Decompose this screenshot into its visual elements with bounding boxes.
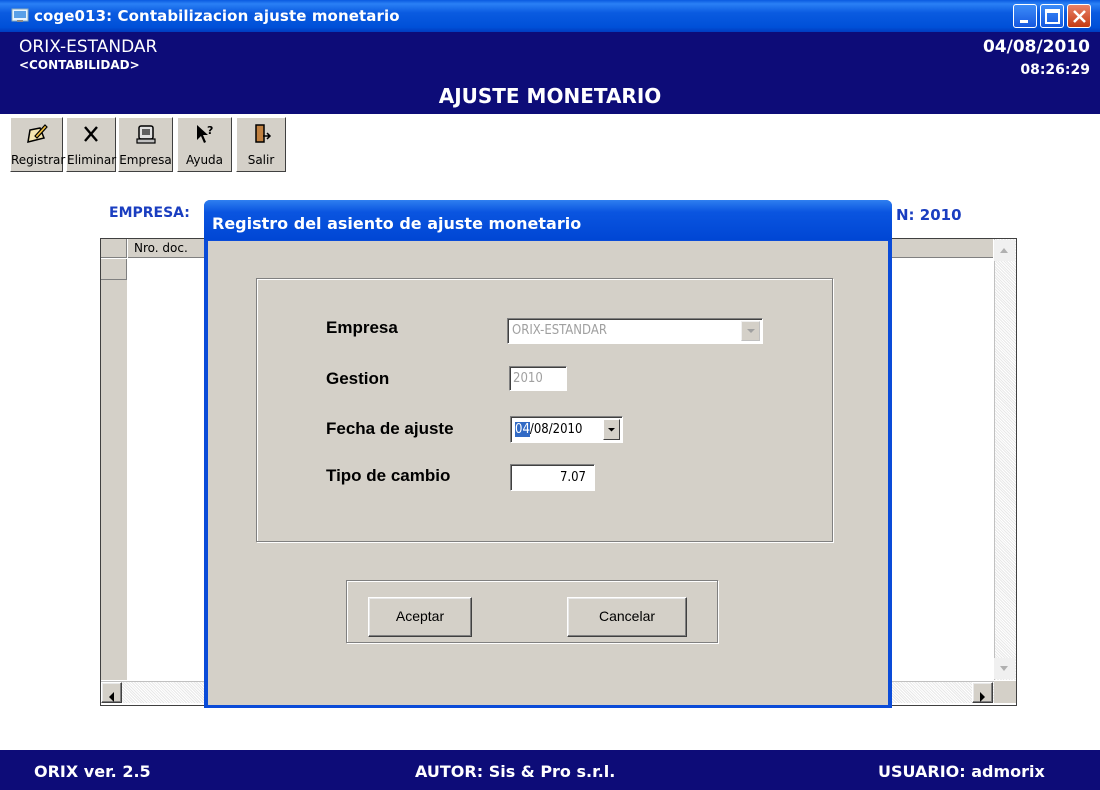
cancel-button[interactable]: Cancelar — [567, 597, 687, 637]
company-label: Empresa — [119, 153, 172, 167]
company-icon — [135, 125, 156, 144]
empresa-select[interactable]: ORIX-ESTANDAR — [507, 318, 763, 344]
help-icon: ? — [196, 124, 213, 143]
empresa-label: Empresa — [326, 318, 398, 337]
fecha-rest: /08/2010 — [529, 422, 583, 437]
register-button[interactable]: Registrar — [10, 117, 66, 172]
arrow-right-icon — [980, 692, 985, 702]
tipo-cambio-label: Tipo de cambio — [326, 466, 451, 485]
grid-column-header[interactable]: Nro. doc. — [128, 239, 208, 258]
register-icon — [26, 124, 48, 144]
author-label: AUTOR: Sis & Pro s.r.l. — [415, 762, 616, 781]
scroll-left-button[interactable] — [101, 682, 122, 703]
help-button[interactable]: ? Ayuda — [177, 117, 232, 172]
exit-button[interactable]: Salir — [236, 117, 286, 172]
company-name: ORIX-ESTANDAR — [19, 37, 158, 57]
dialog-title: Registro del asiento de ajuste monetario — [212, 214, 582, 233]
close-button[interactable] — [1067, 4, 1091, 28]
arrow-down-icon — [1000, 666, 1008, 671]
empresa-bg-label: EMPRESA: — [109, 205, 190, 221]
fecha-dropdown-button[interactable] — [603, 419, 620, 440]
app-window-icon — [11, 8, 29, 22]
help-label: Ayuda — [185, 153, 224, 167]
gestion-label: Gestion — [326, 369, 390, 388]
fecha-day-segment[interactable]: 04 — [515, 422, 530, 437]
minimize-icon — [1020, 20, 1028, 23]
version-label: ORIX ver. 2.5 — [34, 762, 151, 781]
grid-corner-cell — [101, 239, 127, 258]
accept-button[interactable]: Aceptar — [368, 597, 472, 637]
fecha-label: Fecha de ajuste — [326, 419, 454, 438]
empresa-select-value: ORIX-ESTANDAR — [512, 323, 607, 338]
gestion-field[interactable]: 2010 — [509, 366, 567, 391]
maximize-button[interactable] — [1040, 4, 1064, 28]
minimize-button[interactable] — [1013, 4, 1037, 28]
grid-row-header-column — [101, 280, 127, 680]
close-icon — [1073, 10, 1086, 23]
chevron-down-icon — [747, 329, 755, 333]
module-name: <CONTABILIDAD> — [19, 58, 140, 72]
screen-title: AJUSTE MONETARIO — [438, 84, 662, 108]
delete-button[interactable]: Eliminar — [66, 117, 116, 172]
gestion-bg-label: N: 2010 — [896, 206, 962, 224]
grid-vertical-scrollbar[interactable] — [994, 239, 1016, 680]
tipo-cambio-field[interactable]: 7.07 — [510, 464, 595, 491]
scroll-down-button[interactable] — [994, 658, 1015, 679]
maximize-icon — [1045, 9, 1060, 24]
delete-label: Eliminar — [67, 153, 117, 167]
svg-text:?: ? — [207, 124, 213, 137]
register-label: Registrar — [11, 153, 66, 167]
scroll-up-button[interactable] — [994, 240, 1015, 261]
scrollbar-corner — [994, 681, 1016, 703]
exit-icon — [255, 124, 272, 143]
header-time: 08:26:29 — [1020, 62, 1090, 78]
delete-icon — [84, 126, 98, 142]
grid-header-right — [891, 239, 993, 258]
chevron-down-icon — [608, 428, 615, 432]
window-title: coge013: Contabilizacion ajuste monetari… — [34, 7, 400, 25]
grid-row-header — [101, 259, 127, 280]
arrow-up-icon — [1000, 248, 1008, 253]
user-label: USUARIO: admorix — [878, 762, 1045, 781]
company-button[interactable]: Empresa — [118, 117, 173, 172]
empresa-dropdown-button[interactable] — [741, 321, 760, 341]
header-date: 04/08/2010 — [982, 37, 1090, 57]
exit-label: Salir — [247, 153, 275, 167]
scroll-right-button[interactable] — [972, 682, 993, 703]
arrow-left-icon — [109, 692, 114, 702]
